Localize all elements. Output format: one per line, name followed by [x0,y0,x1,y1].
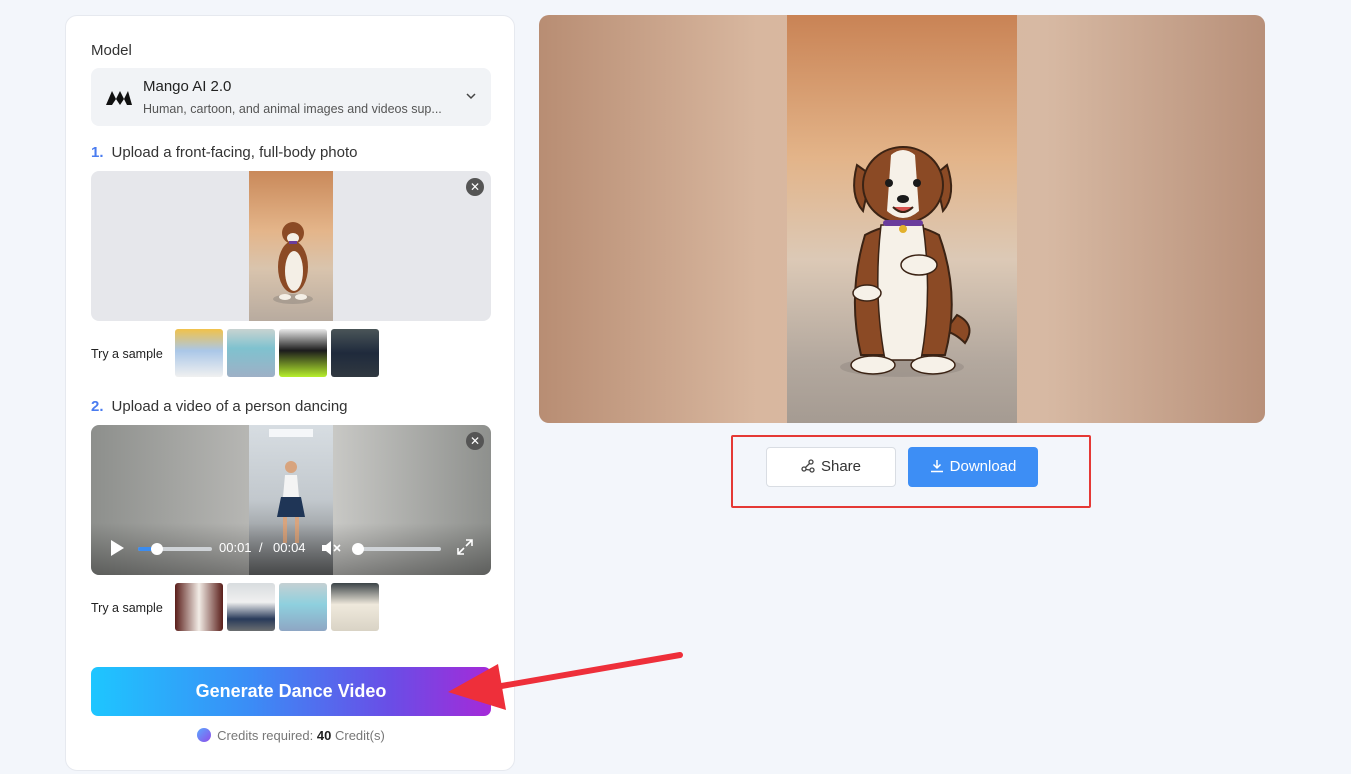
download-button[interactable]: Download [908,447,1038,487]
uploaded-photo-thumbnail [249,171,333,321]
play-icon[interactable] [109,539,125,557]
video-sample-thumb[interactable] [175,583,223,631]
video-duration: 00:04 [273,540,306,555]
mango-logo-icon [106,91,132,105]
credits-amount: 40 [316,728,332,743]
credit-icon [197,728,212,742]
generate-dance-video-button[interactable]: Generate Dance Video [91,667,491,716]
photo-upload-area[interactable]: ✕ [91,171,491,321]
download-label: Download [949,458,1017,475]
chevron-down-icon [466,93,476,100]
model-label: Model [91,42,132,59]
video-sample-thumb[interactable] [331,583,379,631]
model-name: Mango AI 2.0 [143,78,232,95]
video-sample-row: Try a sample [91,583,491,631]
step-2-number: 2. [91,398,104,415]
photo-sample-thumb[interactable] [227,329,275,377]
photo-sample-label: Try a sample [91,347,163,361]
result-video-preview[interactable] [539,15,1265,423]
download-icon [930,460,943,473]
video-controls: 00:01 / 00:04 [91,523,491,575]
model-dropdown[interactable]: Mango AI 2.0 Human, cartoon, and animal … [91,68,491,126]
share-label: Share [820,458,862,475]
remove-video-close-icon[interactable]: ✕ [466,432,484,450]
step-1-heading: 1. Upload a front-facing, full-body photo [91,144,358,161]
step-1-number: 1. [91,144,104,161]
credits-prefix: Credits required: [217,728,314,743]
photo-sample-thumb[interactable] [331,329,379,377]
step-2-text: Upload a video of a person dancing [111,398,348,415]
step-1-text: Upload a front-facing, full-body photo [111,144,358,161]
photo-sample-thumb[interactable] [175,329,223,377]
annotation-arrow-icon [448,652,683,710]
credits-suffix: Credit(s) [334,728,385,743]
model-description: Human, cartoon, and animal images and vi… [143,102,442,116]
video-progress-handle[interactable] [151,543,163,555]
result-video-frame [787,15,1017,423]
dog-photo-image [273,222,313,304]
photo-sample-row: Try a sample [91,329,491,377]
fullscreen-icon[interactable] [457,539,473,555]
remove-photo-close-icon[interactable]: ✕ [466,178,484,196]
video-sample-thumb[interactable] [279,583,327,631]
video-upload-player[interactable]: ✕ 00:01 / 00:04 [91,425,491,575]
photo-sample-thumb[interactable] [279,329,327,377]
volume-slider[interactable] [353,547,441,551]
share-button[interactable]: Share [766,447,896,487]
mute-icon[interactable] [321,540,341,556]
video-progress-bar[interactable] [138,547,212,551]
volume-handle[interactable] [352,543,364,555]
cartoon-dog-image [840,146,971,377]
video-sample-label: Try a sample [91,601,163,615]
credits-info: Credits required: 40 Credit(s) [66,728,516,743]
video-sample-thumb[interactable] [227,583,275,631]
share-icon [801,459,815,473]
step-2-heading: 2. Upload a video of a person dancing [91,398,348,415]
video-current-time: 00:01 [219,540,252,555]
video-time-separator: / [259,540,263,555]
